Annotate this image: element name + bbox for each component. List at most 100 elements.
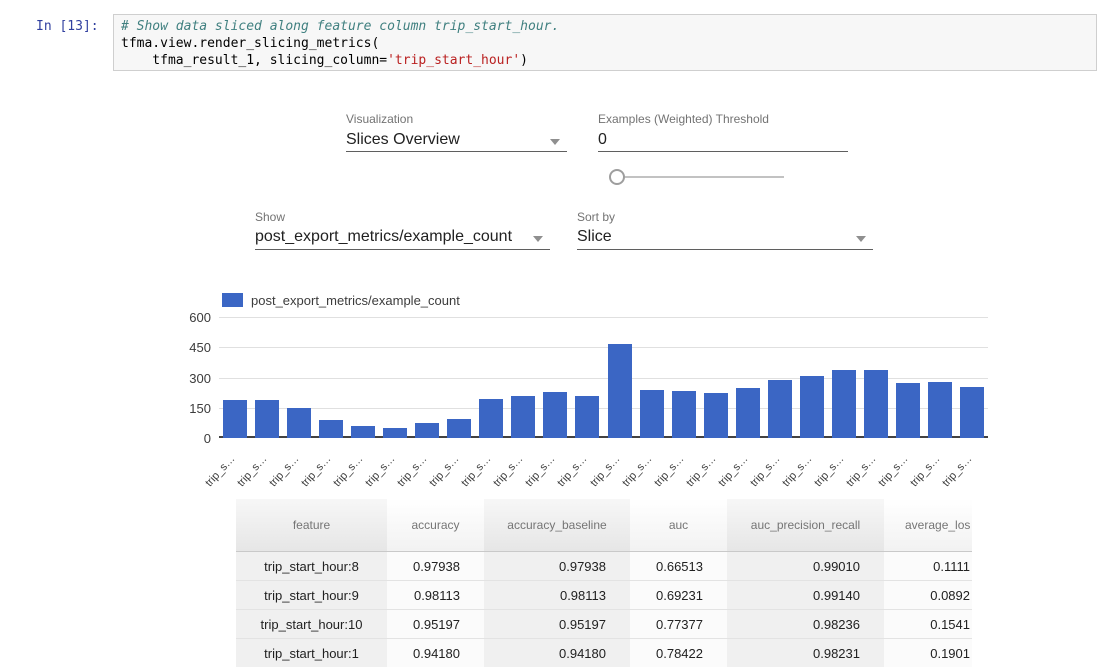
bar[interactable] — [896, 383, 920, 438]
x-axis-label: trip_s… — [297, 453, 334, 492]
code-cell[interactable]: # Show data sliced along feature column … — [113, 14, 1097, 71]
code-line-2: tfma.view.render_slicing_metrics( — [121, 36, 379, 51]
bar[interactable] — [383, 428, 407, 438]
gridline — [219, 347, 988, 348]
x-axis-label: trip_s… — [937, 453, 974, 492]
feature-cell: trip_start_hour:9 — [236, 581, 387, 610]
x-axis-label: trip_s… — [265, 453, 302, 492]
gridline — [219, 317, 988, 318]
x-axis-label: trip_s… — [713, 453, 750, 492]
bar[interactable] — [928, 382, 952, 438]
cell-prompt: In [13]: — [36, 19, 99, 34]
threshold-label: Examples (Weighted) Threshold — [598, 112, 769, 126]
x-axis-label: trip_s… — [681, 453, 718, 492]
visualization-label: Visualization — [346, 112, 413, 126]
bar[interactable] — [479, 399, 503, 438]
column-header[interactable]: auc_precision_recall — [727, 499, 884, 552]
metric-cell: 0.1901 — [884, 639, 972, 668]
column-header[interactable]: average_los — [884, 499, 972, 552]
x-axis-label: trip_s… — [232, 453, 269, 492]
x-axis-label: trip_s… — [809, 453, 846, 492]
bar[interactable] — [287, 408, 311, 438]
bar[interactable] — [575, 396, 599, 438]
column-header[interactable]: accuracy — [387, 499, 484, 552]
column-header[interactable]: auc — [630, 499, 727, 552]
metrics-table: featureaccuracyaccuracy_baselineaucauc_p… — [236, 499, 972, 667]
x-axis-label: trip_s… — [649, 453, 686, 492]
visualization-value[interactable]: Slices Overview — [346, 131, 460, 149]
table-row: trip_start_hour:80.979380.979380.665130.… — [236, 552, 972, 581]
code-comment: # Show data sliced along feature column … — [121, 19, 559, 34]
x-axis-label: trip_s… — [585, 453, 622, 492]
feature-cell: trip_start_hour:8 — [236, 552, 387, 581]
x-axis-label: trip_s… — [489, 453, 526, 492]
metric-cell: 0.99140 — [727, 581, 884, 610]
x-axis-label: trip_s… — [521, 453, 558, 492]
sort-by-value[interactable]: Slice — [577, 228, 612, 246]
bar[interactable] — [415, 423, 439, 438]
notebook-page: In [13]: # Show data sliced along featur… — [0, 0, 1111, 668]
bar[interactable] — [351, 426, 375, 438]
metric-cell: 0.97938 — [484, 552, 630, 581]
x-axis-label: trip_s… — [617, 453, 654, 492]
x-axis-label: trip_s… — [841, 453, 878, 492]
y-axis-tick-label: 150 — [160, 401, 211, 416]
slider-thumb[interactable] — [609, 169, 625, 185]
show-label: Show — [255, 210, 285, 224]
bar[interactable] — [864, 370, 888, 438]
table-header-row: featureaccuracyaccuracy_baselineaucauc_p… — [236, 499, 972, 552]
x-axis-label: trip_s… — [553, 453, 590, 492]
bar[interactable] — [511, 396, 535, 438]
x-axis-label: trip_s… — [329, 453, 366, 492]
feature-cell: trip_start_hour:10 — [236, 610, 387, 639]
sort-by-label: Sort by — [577, 210, 615, 224]
metric-cell: 0.78422 — [630, 639, 727, 668]
y-axis-tick-label: 600 — [160, 310, 211, 325]
bar[interactable] — [608, 344, 632, 438]
chevron-down-icon — [856, 236, 866, 242]
code-editor[interactable]: # Show data sliced along feature column … — [114, 15, 1096, 72]
show-value[interactable]: post_export_metrics/example_count — [255, 228, 512, 246]
x-axis-label: trip_s… — [777, 453, 814, 492]
y-axis-tick-label: 300 — [160, 371, 211, 386]
column-header[interactable]: feature — [236, 499, 387, 552]
bar-chart-plot-area — [219, 317, 988, 438]
bar[interactable] — [768, 380, 792, 438]
metric-cell: 0.98113 — [387, 581, 484, 610]
bar[interactable] — [319, 420, 343, 438]
dropdown-underline — [577, 249, 873, 250]
x-axis-label: trip_s… — [457, 453, 494, 492]
metric-cell: 0.98113 — [484, 581, 630, 610]
bar[interactable] — [736, 388, 760, 438]
chevron-down-icon — [533, 236, 543, 242]
bar[interactable] — [832, 370, 856, 438]
bar[interactable] — [223, 400, 247, 438]
bar[interactable] — [960, 387, 984, 438]
y-axis-tick-label: 0 — [160, 431, 211, 446]
x-axis-label: trip_s… — [905, 453, 942, 492]
bar[interactable] — [800, 376, 824, 438]
metric-cell: 0.99010 — [727, 552, 884, 581]
metric-cell: 0.94180 — [387, 639, 484, 668]
bar[interactable] — [672, 391, 696, 438]
bar[interactable] — [447, 419, 471, 438]
code-line-3: tfma_result_1, slicing_column= — [121, 53, 387, 68]
x-axis-labels: trip_s…trip_s…trip_s…trip_s…trip_s…trip_… — [219, 443, 1009, 477]
x-axis-label: trip_s… — [745, 453, 782, 492]
metric-cell: 0.98236 — [727, 610, 884, 639]
legend-swatch — [222, 293, 243, 307]
threshold-input[interactable]: 0 — [598, 131, 607, 149]
bar[interactable] — [704, 393, 728, 438]
table-row: trip_start_hour:100.951970.951970.773770… — [236, 610, 972, 639]
x-axis-label: trip_s… — [200, 453, 237, 492]
slider-track[interactable] — [622, 176, 784, 178]
x-axis-label: trip_s… — [873, 453, 910, 492]
y-axis: 0150300450600 — [160, 317, 211, 438]
chevron-down-icon — [550, 139, 560, 145]
metric-cell: 0.94180 — [484, 639, 630, 668]
bar[interactable] — [543, 392, 567, 438]
metric-cell: 0.98231 — [727, 639, 884, 668]
bar[interactable] — [255, 400, 279, 438]
bar[interactable] — [640, 390, 664, 438]
column-header[interactable]: accuracy_baseline — [484, 499, 630, 552]
